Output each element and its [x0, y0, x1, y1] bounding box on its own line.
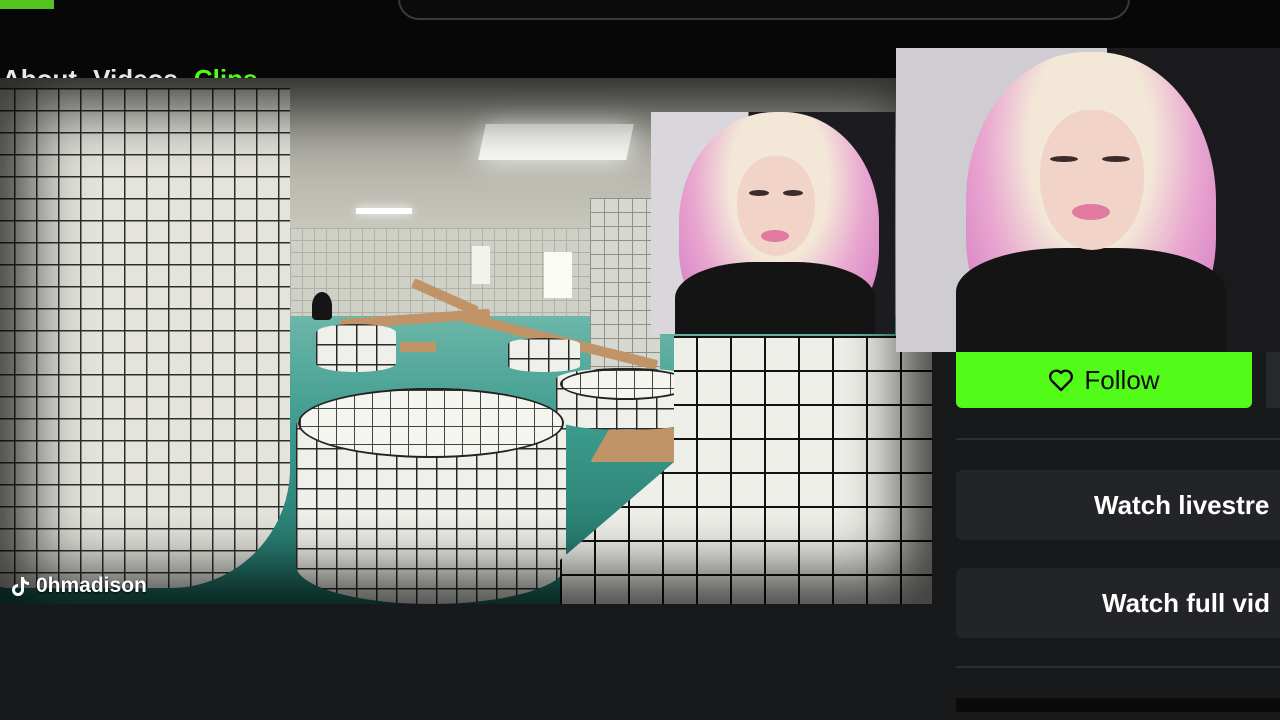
- tiktok-icon: [12, 577, 29, 596]
- follow-label: Follow: [1084, 364, 1160, 395]
- heart-icon: [1049, 369, 1074, 392]
- game-tiled-wall: [0, 88, 290, 588]
- watermark-username: 0hmadison: [36, 574, 147, 597]
- webcam-eye: [749, 190, 769, 196]
- game-window: [544, 252, 572, 298]
- watch-full-video-label: Watch full vid: [1102, 587, 1271, 618]
- sidebar-bottom-strip: [956, 698, 1280, 712]
- webcam-eye: [1050, 156, 1078, 162]
- webcam-streamer-body: [956, 248, 1226, 352]
- streamer-webcam-primary: [896, 48, 1280, 352]
- site-logo[interactable]: [0, 0, 54, 9]
- webcam-lips: [761, 230, 789, 242]
- follow-button[interactable]: Follow: [956, 352, 1252, 408]
- streamer-webcam-secondary: [651, 112, 895, 334]
- game-platform-top: [298, 388, 564, 458]
- webcam-eye: [783, 190, 803, 196]
- webcam-eye: [1102, 156, 1130, 162]
- game-platform-top: [560, 368, 692, 400]
- watch-livestream-label: Watch livestre: [1094, 489, 1270, 520]
- game-window: [472, 246, 490, 284]
- follow-options-button[interactable]: [1266, 352, 1280, 408]
- game-skylight: [478, 124, 634, 160]
- webcam-streamer-body: [675, 262, 875, 334]
- game-plank: [400, 342, 436, 352]
- game-platform: [316, 324, 396, 372]
- search-input[interactable]: [398, 0, 1130, 20]
- watch-full-video-button[interactable]: Watch full vid: [956, 568, 1280, 638]
- game-character: [312, 292, 332, 320]
- webcam-lips: [1072, 204, 1110, 220]
- watch-livestream-button[interactable]: Watch livestre: [956, 470, 1280, 540]
- game-ceiling-light: [356, 208, 412, 214]
- sidebar-divider: [956, 666, 1280, 668]
- webcam-streamer-face: [1040, 110, 1144, 250]
- game-platform: [508, 338, 580, 372]
- tiktok-watermark: 0hmadison: [12, 574, 147, 598]
- sidebar-divider: [956, 438, 1280, 440]
